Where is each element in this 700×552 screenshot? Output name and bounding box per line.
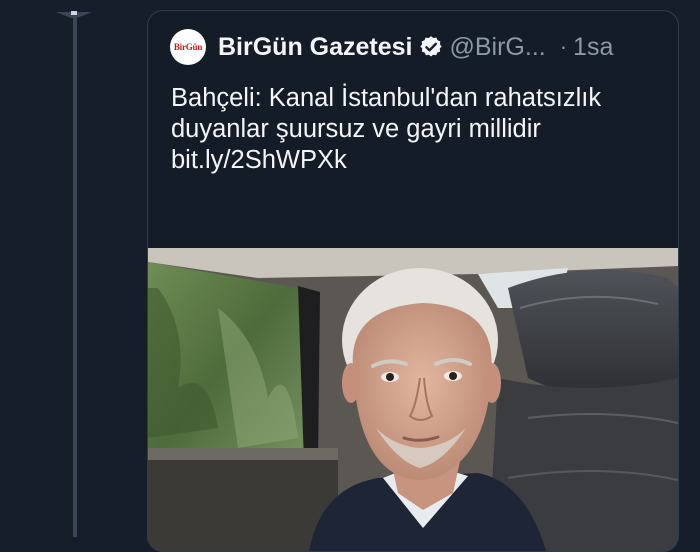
photo-image — [148, 248, 678, 551]
tweet-link[interactable]: bit.ly/2ShWPXk — [171, 145, 666, 176]
account-handle[interactable]: @BirG... — [450, 33, 546, 62]
account-name[interactable]: BirGün Gazetesi — [218, 33, 413, 62]
tweet-photo[interactable] — [148, 248, 678, 551]
tweet-timestamp[interactable]: 1sa — [573, 33, 613, 62]
tweet-header: BirGün BirGün Gazetesi @BirG... · 1sa — [170, 27, 662, 67]
avatar[interactable]: BirGün — [170, 29, 206, 65]
quoted-tweet-card[interactable]: BirGün BirGün Gazetesi @BirG... · 1sa Ba… — [147, 10, 679, 552]
thread-line — [73, 14, 77, 537]
separator-dot: · — [559, 34, 568, 59]
tweet-text: Bahçeli: Kanal İstanbul'dan rahatsızlık … — [171, 84, 602, 143]
verified-badge-icon — [419, 36, 442, 57]
thread-cap-icon — [56, 11, 92, 19]
avatar-logo-text: BirGün — [173, 42, 203, 52]
tweet-body: Bahçeli: Kanal İstanbul'dan rahatsızlık … — [171, 83, 666, 176]
